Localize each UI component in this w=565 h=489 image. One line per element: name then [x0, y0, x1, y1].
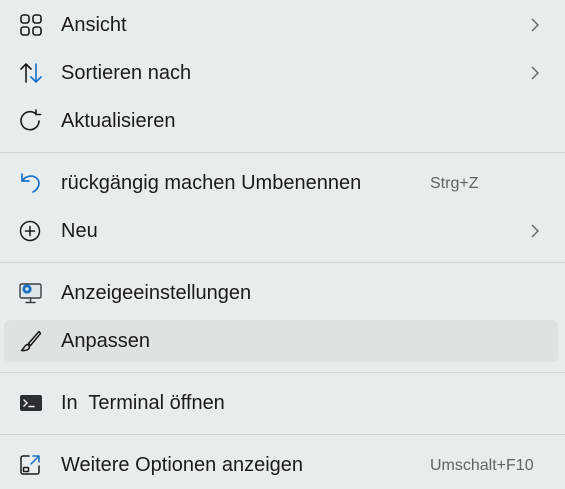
menu-item-aktualisieren[interactable]: Aktualisieren — [4, 100, 558, 142]
refresh-icon — [18, 109, 44, 133]
menu-item-sortieren-nach[interactable]: Sortieren nach — [4, 52, 558, 94]
display-settings-icon — [18, 281, 44, 305]
context-menu: Ansicht Sortieren nach Aktualisieren rüc… — [0, 0, 565, 489]
menu-item-label: Anpassen — [61, 330, 150, 352]
shortcut-text: Umschalt+F10 — [430, 457, 534, 474]
menu-item-undo-rename[interactable]: rückgängig machen Umbenennen Strg+Z — [4, 162, 558, 204]
grid-icon — [18, 13, 44, 37]
menu-item-label: Neu — [61, 220, 98, 242]
chevron-right-icon — [528, 222, 542, 240]
terminal-icon — [18, 391, 44, 415]
menu-separator — [0, 152, 565, 153]
sort-arrows-icon — [18, 61, 44, 85]
menu-separator — [0, 372, 565, 373]
menu-item-label: Anzeigeeinstellungen — [61, 282, 252, 304]
menu-item-ansicht[interactable]: Ansicht — [4, 4, 558, 46]
menu-item-label: Weitere Optionen anzeigen — [61, 454, 304, 476]
menu-separator — [0, 262, 565, 263]
menu-item-weitere-optionen[interactable]: Weitere Optionen anzeigen Umschalt+F10 — [4, 444, 558, 486]
menu-item-anzeigeeinstellungen[interactable]: Anzeigeeinstellungen — [4, 272, 558, 314]
menu-item-label: Ansicht — [61, 14, 127, 36]
shortcut-text: Strg+Z — [430, 175, 479, 192]
chevron-right-icon — [528, 16, 542, 34]
plus-circle-icon — [18, 219, 44, 243]
menu-separator — [0, 434, 565, 435]
menu-item-anpassen[interactable]: Anpassen — [4, 320, 558, 362]
menu-item-terminal[interactable]: In Terminal öffnen — [4, 382, 558, 424]
menu-item-label: In Terminal öffnen — [61, 392, 225, 414]
open-external-icon — [18, 453, 44, 477]
menu-item-neu[interactable]: Neu — [4, 210, 558, 252]
brush-icon — [18, 329, 44, 353]
menu-item-label: Sortieren nach — [61, 62, 192, 84]
chevron-right-icon — [528, 64, 542, 82]
undo-icon — [18, 171, 44, 195]
menu-item-label: rückgängig machen Umbenennen — [61, 172, 362, 194]
menu-item-label: Aktualisieren — [61, 110, 176, 132]
